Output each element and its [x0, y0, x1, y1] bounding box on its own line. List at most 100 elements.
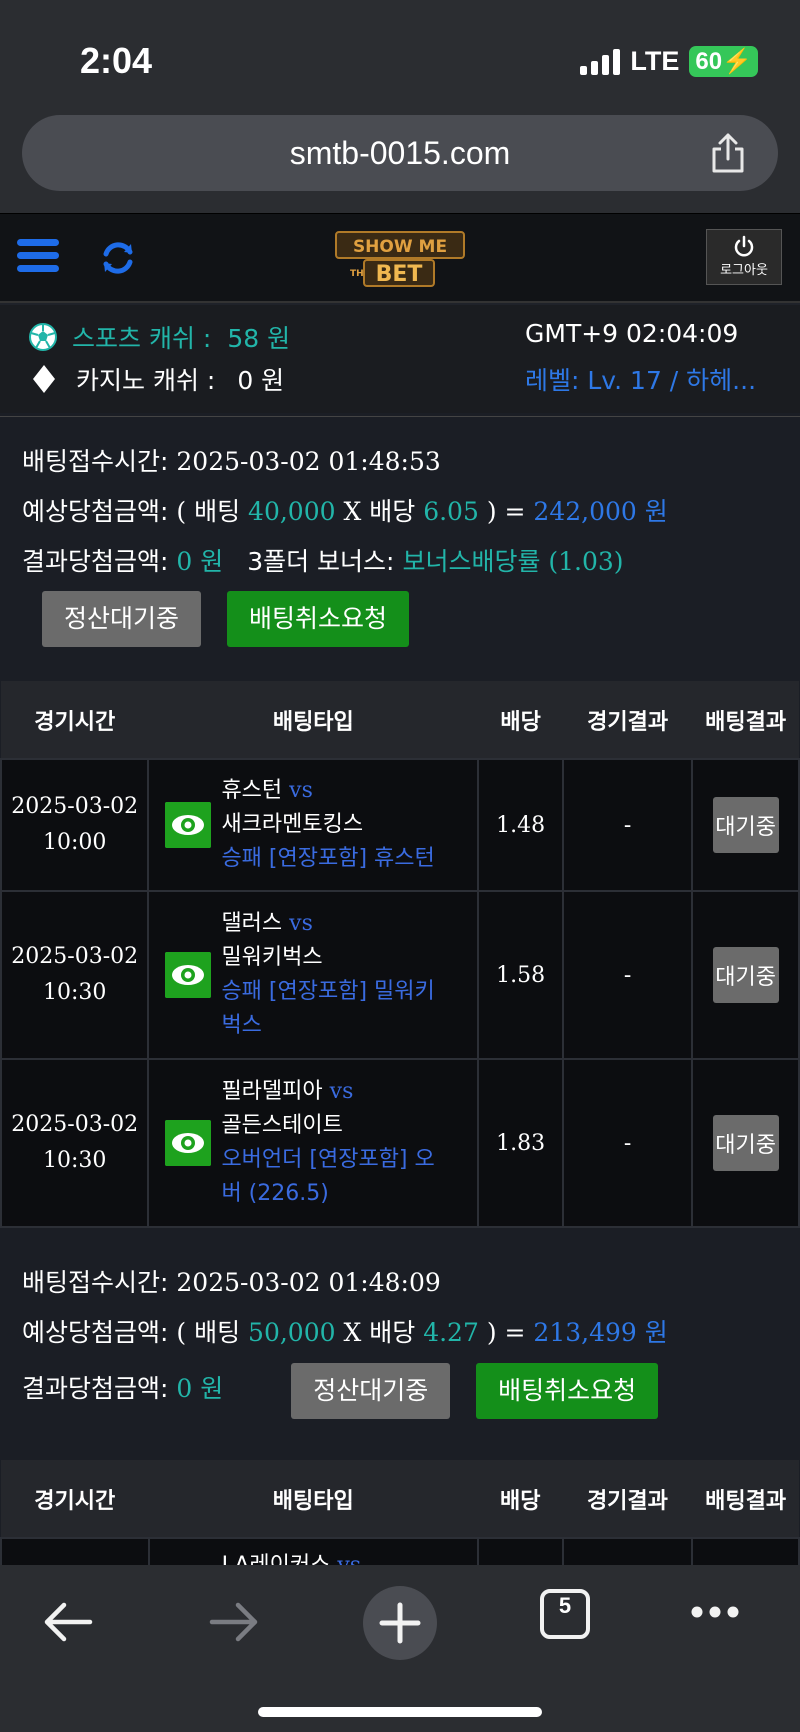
menu-icon[interactable] [17, 239, 59, 277]
eye-icon[interactable] [165, 952, 212, 998]
header-odds: 배당 [478, 681, 563, 759]
network-type: LTE [630, 46, 680, 76]
header-odds: 배당 [477, 1460, 563, 1538]
table-row: 2025-03-02 10:00 휴스턴 vs 새크라멘토킹스 승패 [연장포함]… [0, 758, 800, 892]
bet-slip-info: 배팅접수시간: 2025-03-02 01:48:53 예상당첨금액: ( 배팅… [0, 437, 800, 657]
status-bar: 2:04 LTE 60⚡ [0, 0, 800, 110]
expected-close: ) = [486, 1318, 526, 1347]
header-bet-type: 배팅타입 [148, 681, 479, 759]
received-label: 배팅접수시간: [22, 1268, 169, 1297]
diamond-icon [33, 365, 55, 393]
home-team: 댈러스 [221, 911, 283, 936]
result-value: 0 원 [176, 1374, 224, 1403]
bet-type: 휴스턴 vs 새크라멘토킹스 승패 [연장포함] 휴스턴 [147, 758, 480, 892]
game-time: 2025-03-02 10:30 [0, 890, 150, 1060]
battery-level: 60 [695, 48, 723, 75]
game-date: 2025-03-02 [11, 1112, 139, 1137]
header-bet-result: 배팅결과 [692, 681, 799, 759]
bet-slip-info: 배팅접수시간: 2025-03-02 01:48:09 예상당첨금액: ( 배팅… [0, 1258, 800, 1420]
site-header: SHOW ME THE BET 로그아웃 [0, 213, 800, 303]
share-icon[interactable] [708, 131, 748, 175]
bet-type: 필라델피아 vs 골든스테이트 오버언더 [연장포함] 오버 (226.5) [147, 1058, 480, 1228]
bet-type: 댈러스 vs 밀워키벅스 승패 [연장포함] 밀워키벅스 [147, 890, 480, 1060]
sports-cash-label: 스포츠 캐쉬 : [72, 324, 212, 353]
user-level[interactable]: 레벨: Lv. 17 / 하헤... [525, 361, 785, 397]
game-hour: 10:30 [43, 1148, 107, 1173]
home-team: LA레이커스 [222, 1553, 331, 1565]
logout-label: 로그아웃 [720, 263, 768, 278]
expected-open: ( 배팅 [176, 1318, 241, 1347]
game-date: 2025-03-02 [11, 794, 139, 819]
bet-result: 대기중 [691, 1058, 800, 1228]
bet-result: 대기중 [691, 758, 800, 892]
result-label: 결과당첨금액: [22, 547, 169, 576]
vs-label: vs [329, 1079, 354, 1104]
away-team: 밀워키벅스 [221, 945, 323, 970]
home-team: 필라델피아 [221, 1079, 323, 1104]
header-bet-type: 배팅타입 [148, 1460, 478, 1538]
expected-label: 예상당첨금액: [22, 1318, 169, 1347]
vs-label: vs [289, 778, 313, 803]
casino-cash-row: 카지노 캐쉬 : 0 원 [28, 361, 284, 397]
received-time-line: 배팅접수시간: 2025-03-02 01:48:53 [22, 437, 778, 487]
home-team: 휴스턴 [221, 778, 283, 803]
cancel-bet-button[interactable]: 배팅취소요청 [476, 1362, 659, 1419]
game-time: 2025-03-02 10:00 [0, 758, 150, 892]
game-time: 2025-03-02 10:30 [0, 1058, 150, 1228]
result-line: 결과당첨금액: 0 원 정산대기중 배팅취소요청 [22, 1358, 778, 1420]
status-badge: 대기중 [712, 1115, 779, 1171]
bonus-label: 3폴더 보너스: [247, 547, 395, 576]
table-header-row: 경기시간 배팅타입 배당 경기결과 배팅결과 [1, 1460, 799, 1538]
forward-arrow-icon[interactable] [206, 1597, 262, 1647]
settle-pending-button[interactable]: 정산대기중 [291, 1362, 451, 1419]
away-team: 새크라멘토킹스 [221, 812, 364, 837]
game-result [561, 1537, 694, 1565]
odds [476, 1537, 564, 1565]
expected-label: 예상당첨금액: [22, 497, 169, 526]
bet-table: 경기시간 배팅타입 배당 경기결과 배팅결과 LA레이커스 vs [0, 1460, 800, 1565]
bet-history: 배팅접수시간: 2025-03-02 01:48:53 예상당첨금액: ( 배팅… [0, 413, 800, 1565]
bet-actions: 정산대기중 배팅취소요청 [22, 587, 778, 657]
table-row: 2025-03-02 10:30 필라델피아 vs 골든스테이트 오버언더 [연장… [0, 1058, 800, 1228]
settle-pending-button[interactable]: 정산대기중 [42, 591, 202, 647]
eye-icon[interactable] [165, 1120, 212, 1166]
status-indicators: LTE 60⚡ [580, 46, 758, 77]
game-date: 2025-03-02 [11, 944, 139, 969]
table-edge [0, 413, 800, 417]
bet-table: 경기시간 배팅타입 배당 경기결과 배팅결과 2025-03-02 10:00 휴… [0, 681, 800, 1228]
game-result: - [561, 1058, 694, 1228]
tabs-count-button[interactable]: 5 [540, 1589, 590, 1639]
browser-address-area: smtb-0015.com [0, 105, 800, 215]
site-logo[interactable]: SHOW ME THE BET [334, 230, 466, 288]
stake-amount: 40,000 [248, 497, 336, 526]
url-text[interactable]: smtb-0015.com [22, 135, 778, 172]
game-hour: 10:00 [43, 830, 107, 855]
home-indicator [258, 1707, 542, 1717]
expected-win-line: 예상당첨금액: ( 배팅 50,000 X 배당 4.27 ) = 213,49… [22, 1308, 778, 1358]
status-time: 2:04 [80, 40, 153, 81]
times-label: X 배당 [343, 497, 416, 526]
expected-open: ( 배팅 [176, 497, 241, 526]
refresh-icon[interactable] [98, 238, 138, 278]
svg-text:BET: BET [376, 262, 423, 287]
times-label: X 배당 [343, 1318, 416, 1347]
eye-icon[interactable] [165, 802, 212, 848]
bet-result: 대기중 [691, 890, 800, 1060]
bonus-value: 보너스배당률 (1.03) [402, 547, 624, 576]
cancel-bet-button[interactable]: 배팅취소요청 [226, 591, 409, 647]
total-odds: 6.05 [423, 497, 479, 526]
back-arrow-icon[interactable] [40, 1597, 96, 1647]
new-tab-plus-icon[interactable] [362, 1585, 438, 1661]
odds: 1.83 [477, 1058, 564, 1228]
more-dots-icon[interactable] [690, 1605, 740, 1619]
svg-text:SHOW ME: SHOW ME [353, 237, 447, 257]
sports-cash-row: 스포츠 캐쉬 : 58 원 [28, 319, 290, 355]
header-bet-result: 배팅결과 [692, 1460, 799, 1538]
received-time: 2025-03-02 01:48:53 [176, 447, 441, 476]
casino-cash-value: 0 원 [237, 366, 285, 395]
logout-button[interactable]: 로그아웃 [706, 229, 782, 285]
address-bar[interactable]: smtb-0015.com [22, 115, 778, 191]
vs-label: vs [289, 911, 313, 936]
tab-count: 5 [558, 1593, 572, 1618]
cash-panel: 스포츠 캐쉬 : 58 원 카지노 캐쉬 : 0 원 GMT+9 02:04:0… [0, 305, 800, 413]
